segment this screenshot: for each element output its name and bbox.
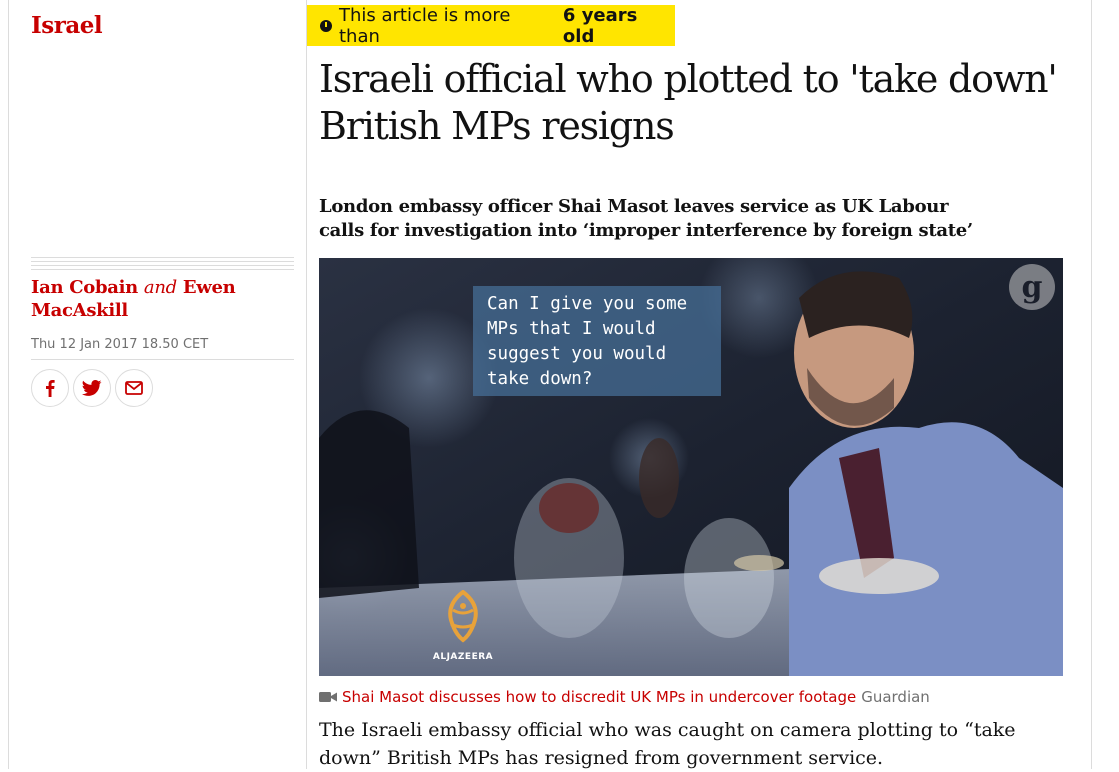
publish-date: Thu 12 Jan 2017 18.50 CET <box>31 337 209 352</box>
facebook-icon <box>46 380 55 397</box>
section-link[interactable]: Israel <box>31 12 103 39</box>
author-link[interactable]: Ian Cobain <box>31 277 138 298</box>
age-badge-prefix: This article is more than <box>339 4 511 47</box>
aljazeera-wordmark: ALJAZEERA <box>432 652 494 662</box>
subtitle-line: MPs that I would <box>487 319 656 339</box>
aljazeera-logo: ALJAZEERA <box>427 590 499 662</box>
twitter-icon <box>82 380 102 396</box>
subtitle-line: suggest you would <box>487 344 667 364</box>
article-body-paragraph: The Israeli embassy official who was cau… <box>319 719 1016 769</box>
share-facebook-button[interactable] <box>31 369 69 407</box>
video-subtitle: Can I give you some MPs that I would sug… <box>473 286 721 396</box>
age-badge-age: 6 years old <box>562 4 638 47</box>
headline: Israeli official who plotted to 'take do… <box>319 57 1058 148</box>
right-frame-line <box>1091 0 1092 769</box>
video-camera-icon <box>319 692 337 702</box>
video-caption: Shai Masot discusses how to discredit UK… <box>319 688 930 706</box>
guardian-watermark-icon: g <box>1009 264 1055 310</box>
subtitle-line: Can I give you some <box>487 294 688 314</box>
meta-divider <box>31 359 294 360</box>
article-age-badge: This article is more than 6 years old <box>307 4 675 47</box>
share-email-button[interactable] <box>115 369 153 407</box>
caption-credit: Guardian <box>861 688 930 706</box>
email-icon <box>125 381 143 395</box>
share-buttons <box>31 369 153 407</box>
byline-conjunction: and <box>143 277 177 298</box>
caption-text: Shai Masot discusses how to discredit UK… <box>342 688 857 706</box>
clock-icon <box>320 19 332 32</box>
column-divider <box>306 0 307 769</box>
byline-rules <box>31 257 294 273</box>
byline: Ian Cobain and Ewen MacAskill <box>31 276 294 322</box>
subtitle-line: take down? <box>487 369 593 389</box>
video-player[interactable]: Can I give you some MPs that I would sug… <box>319 258 1063 676</box>
standfirst: London embassy officer Shai Masot leaves… <box>319 196 973 241</box>
left-frame-line <box>8 0 9 769</box>
share-twitter-button[interactable] <box>73 369 111 407</box>
aljazeera-emblem-icon <box>448 590 478 643</box>
